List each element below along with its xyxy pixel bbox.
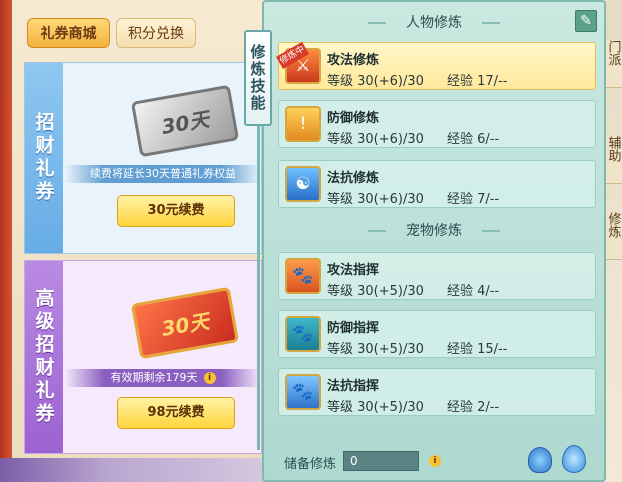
skill-row[interactable]: ☯ 法抗修炼 等级 30(+6)/30 经验 7/-- xyxy=(278,160,596,208)
paw-defense-icon: 🐾 xyxy=(285,316,321,352)
skill-exp: 经验 4/-- xyxy=(447,284,500,299)
skill-row[interactable]: ! 防御修炼 等级 30(+6)/30 经验 6/-- xyxy=(278,100,596,148)
vertical-divider xyxy=(257,120,260,450)
card-note: 有效期剩余179天 i xyxy=(65,369,261,387)
potion-flask-icon[interactable] xyxy=(528,447,552,473)
skill-name: 防御修炼 xyxy=(327,111,380,126)
section-pet: 宠物修炼 xyxy=(368,220,500,242)
skill-exp: 经验 17/-- xyxy=(447,74,508,89)
edit-icon[interactable]: ✎ xyxy=(575,10,597,32)
skill-exp: 经验 15/-- xyxy=(447,342,508,357)
skill-row[interactable]: 🐾 法抗指挥 等级 30(+5)/30 经验 2/-- xyxy=(278,368,596,416)
skill-name: 防御指挥 xyxy=(327,321,380,336)
expiry-text: 有效期剩余179天 xyxy=(110,371,198,384)
skill-level: 等级 30(+6)/30 xyxy=(327,192,424,207)
paw-attack-icon: 🐾 xyxy=(285,258,321,294)
tab-points-exchange[interactable]: 积分兑换 xyxy=(116,18,196,48)
paw-resist-icon: 🐾 xyxy=(285,374,321,410)
info-icon[interactable]: i xyxy=(203,372,216,384)
bottom-decoration xyxy=(0,458,268,482)
coupon-card-basic: 招财礼券 30天 续费将延长30天普通礼券权益 30元续费 xyxy=(24,62,262,254)
card-title: 招财礼券 xyxy=(25,63,63,253)
skill-row[interactable]: 🐾 防御指挥 等级 30(+5)/30 经验 15/-- xyxy=(278,310,596,358)
shop-panel: 礼券商城 积分兑换 招财礼券 30天 续费将延长30天普通礼券权益 30元续费 … xyxy=(0,0,268,482)
skill-exp: 经验 7/-- xyxy=(447,192,500,207)
skill-name: 攻法指挥 xyxy=(327,263,380,278)
coupon-card-premium: 高级招财礼券 30天 有效期剩余179天 i 98元续费 xyxy=(24,260,262,454)
card-title: 高级招财礼券 xyxy=(25,261,63,453)
background-panel-strip: 门派 辅助 修炼 xyxy=(604,0,622,482)
gold-ticket-icon: 30天 xyxy=(130,286,240,360)
skill-exp: 经验 2/-- xyxy=(447,400,500,415)
reserve-label: 储备修炼 xyxy=(284,457,337,472)
tab-cultivation-skills[interactable]: 修炼技能 xyxy=(244,30,272,126)
skill-level: 等级 30(+5)/30 xyxy=(327,342,424,357)
skill-level: 等级 30(+6)/30 xyxy=(327,74,424,89)
renew-30-button[interactable]: 30元续费 xyxy=(117,195,235,227)
info-icon[interactable]: i xyxy=(429,455,441,467)
skill-exp: 经验 6/-- xyxy=(447,132,500,147)
skill-name: 法抗指挥 xyxy=(327,379,380,394)
water-drop-icon[interactable] xyxy=(562,445,586,473)
skill-name: 攻法修炼 xyxy=(327,53,380,68)
reserve-value-field: 0 xyxy=(343,451,419,471)
taiji-shield-icon: ☯ xyxy=(285,166,321,202)
tab-coupon-shop[interactable]: 礼券商城 xyxy=(27,18,110,48)
renew-98-button[interactable]: 98元续费 xyxy=(117,397,235,429)
skill-row[interactable]: ⚔ 修炼中 攻法修炼 等级 30(+6)/30 经验 17/-- xyxy=(276,41,596,90)
section-character: 人物修炼 xyxy=(368,12,500,34)
skill-level: 等级 30(+5)/30 xyxy=(327,400,424,415)
skill-level: 等级 30(+5)/30 xyxy=(327,284,424,299)
skill-row[interactable]: 🐾 攻法指挥 等级 30(+5)/30 经验 4/-- xyxy=(278,252,596,300)
shield-icon: ! xyxy=(285,106,321,142)
behind-tab[interactable]: 修炼 xyxy=(604,212,622,260)
card-note: 续费将延长30天普通礼券权益 xyxy=(65,165,261,183)
skill-name: 法抗修炼 xyxy=(327,171,380,186)
silver-ticket-icon: 30天 xyxy=(130,84,240,158)
behind-tab[interactable]: 门派 xyxy=(604,40,622,88)
behind-tab[interactable]: 辅助 xyxy=(604,136,622,184)
skill-level: 等级 30(+6)/30 xyxy=(327,132,424,147)
left-red-border xyxy=(0,0,12,460)
